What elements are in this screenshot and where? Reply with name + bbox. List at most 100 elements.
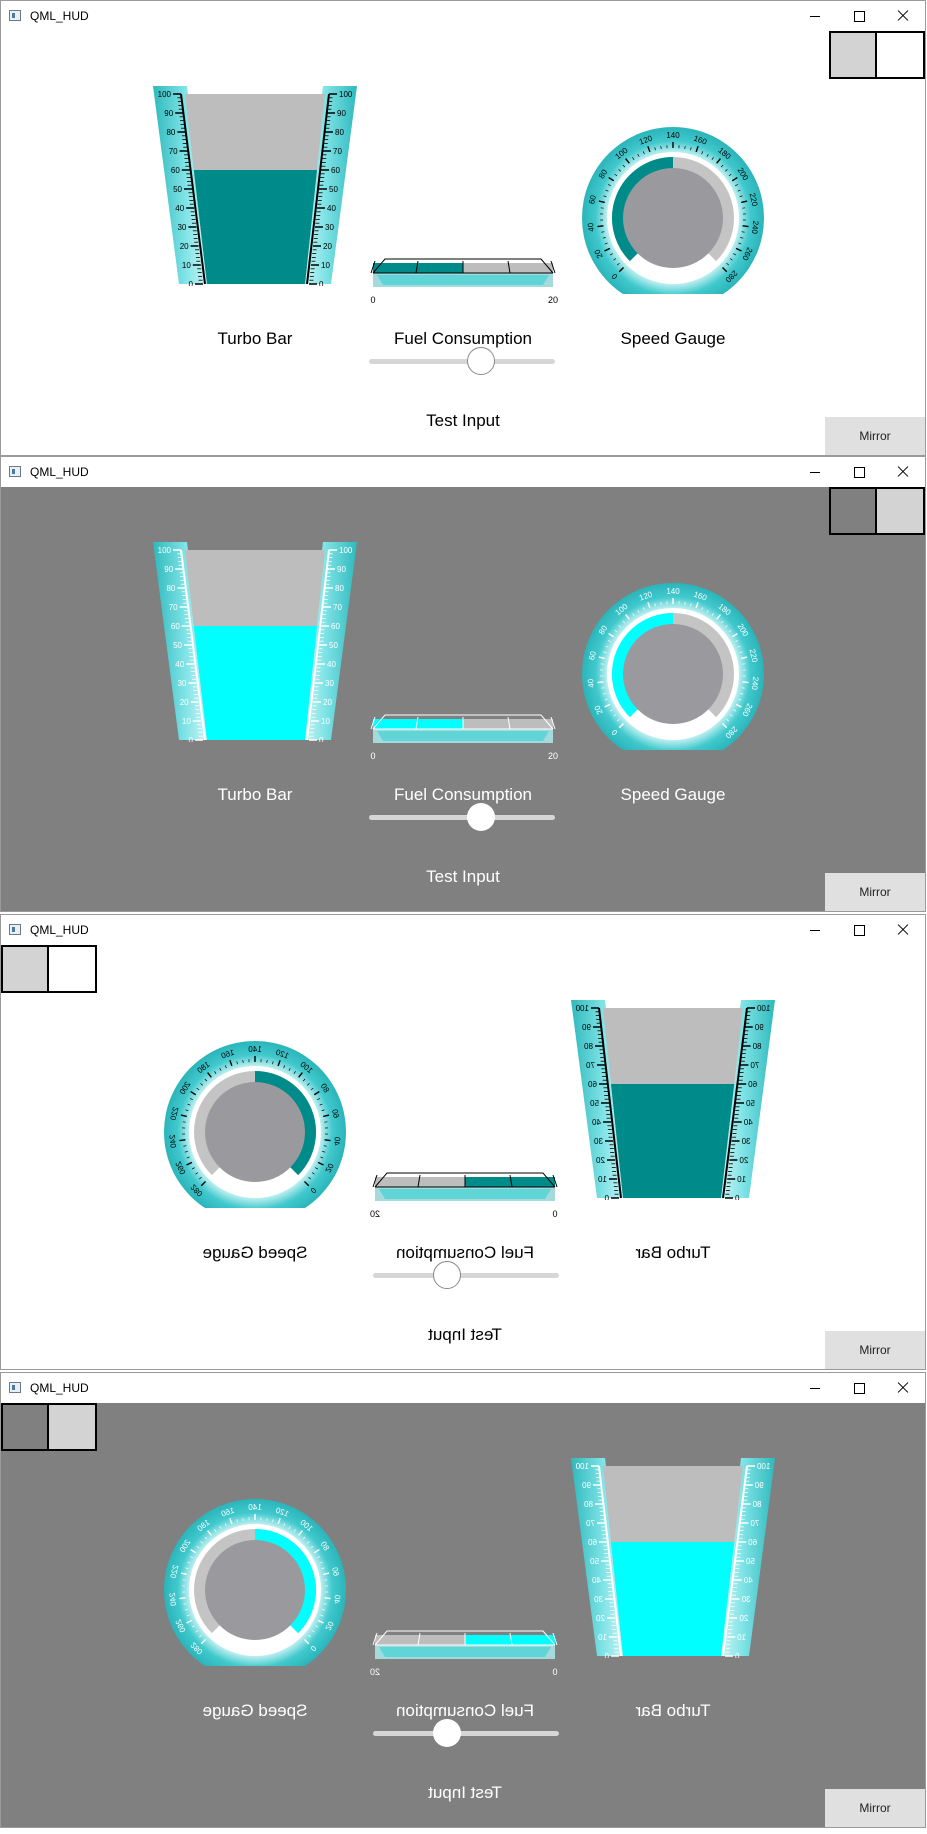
mirror-button[interactable]: Mirror [825, 417, 925, 455]
app-icon [9, 1382, 21, 1393]
turbo-left-tick-label: 90 [164, 109, 173, 118]
turbo-right-tick-label: 70 [333, 603, 342, 612]
slider-track[interactable] [369, 359, 555, 364]
turbo-left-tick-label: 50 [173, 185, 182, 194]
slider-track[interactable] [369, 815, 555, 820]
turbo-right-tick-label: 20 [596, 1156, 605, 1165]
minimize-icon[interactable] [793, 1373, 837, 1403]
maximize-icon[interactable] [837, 1373, 881, 1403]
theme-toggle-right[interactable] [49, 945, 97, 993]
close-icon[interactable] [881, 457, 925, 487]
theme-toggle[interactable] [829, 487, 925, 535]
speed-tick-label: 240 [168, 1592, 178, 1607]
minimize-icon[interactable] [793, 457, 837, 487]
slider-track[interactable] [373, 1731, 559, 1736]
turbo-left-tick-label: 50 [745, 1099, 754, 1108]
speed-tick-label: 40 [586, 678, 596, 688]
turbo-left-tick-label: 80 [752, 1500, 761, 1509]
test-input-slider[interactable] [369, 347, 555, 375]
turbo-right-tick-label: 90 [337, 565, 346, 574]
maximize-icon[interactable] [837, 457, 881, 487]
speed-tick [266, 1059, 268, 1064]
turbo-left-tick-label: 100 [756, 1004, 770, 1013]
maximize-icon[interactable] [837, 1, 881, 31]
speed-tick [684, 145, 686, 150]
speed-tick [324, 1139, 331, 1142]
close-icon[interactable] [881, 915, 925, 945]
fuel-tick-label-max: 20 [370, 1209, 380, 1219]
turbo-right-tick-label: 20 [323, 698, 332, 707]
slider-track[interactable] [373, 1273, 559, 1278]
theme-toggle[interactable] [829, 31, 925, 79]
speed-tick [742, 225, 749, 228]
turbo-right-tick-label: 0 [604, 1652, 609, 1658]
test-input-slider[interactable] [373, 1719, 559, 1747]
turbo-right-tick-label: 50 [590, 1557, 599, 1566]
turbo-bar-gauge: 0 0 10 10 20 20 30 30 40 40 50 50 60 60 70 70 80 80 90 90 10… [571, 1458, 775, 1658]
theme-toggle[interactable] [1, 945, 97, 993]
theme-toggle-left[interactable] [829, 31, 877, 79]
turbo-left-tick-label: 10 [737, 1633, 746, 1642]
hud-content: 0 0 10 10 20 20 30 30 40 40 50 50 60 60 70 70 80 80 90 90 10… [1, 31, 925, 455]
slider-handle[interactable] [466, 803, 495, 831]
fuel-tick-label-max: 20 [548, 295, 558, 305]
test-input-slider[interactable] [369, 803, 555, 831]
maximize-icon[interactable] [837, 915, 881, 945]
slider-handle[interactable] [433, 1719, 462, 1747]
turbo-right-tick-label: 70 [586, 1519, 595, 1528]
close-icon[interactable] [881, 1373, 925, 1403]
theme-toggle-right[interactable] [49, 1403, 97, 1451]
theme-toggle-left[interactable] [829, 487, 877, 535]
turbo-right-tick-label: 40 [592, 1576, 601, 1585]
turbo-right-tick-label: 90 [582, 1023, 591, 1032]
hud-content: 0 0 10 10 20 20 30 30 40 40 50 50 60 60 70 70 80 80 90 90 10… [1, 1403, 925, 1827]
turbo-right-tick-label: 60 [331, 166, 340, 175]
mirror-button[interactable]: Mirror [825, 1331, 925, 1369]
turbo-right-tick-label: 100 [575, 1004, 589, 1013]
turbo-bar-label: Turbo Bar [635, 1701, 711, 1720]
turbo-left-tick-label: 20 [180, 242, 189, 251]
turbo-left-tick-label: 20 [739, 1614, 748, 1623]
mirror-button[interactable]: Mirror [825, 873, 925, 911]
speed-gauge-body: 020406080100120140160180200220240260280 [582, 583, 764, 750]
fuel-consumption-label: Fuel Consumption [396, 1701, 534, 1720]
theme-toggle-left[interactable] [1, 1403, 49, 1451]
test-input-label: Test Input [428, 1783, 502, 1802]
theme-toggle[interactable] [1, 1403, 97, 1451]
title-bar: QML_HUD [1, 1, 925, 31]
turbo-fill [193, 170, 317, 284]
app-icon [9, 466, 21, 477]
turbo-right-tick-label: 50 [329, 641, 338, 650]
speed-gauge: 020406080100120140160180200220240260280 [582, 127, 764, 294]
turbo-left-tick-label: 20 [180, 698, 189, 707]
minimize-icon[interactable] [793, 915, 837, 945]
speed-tick [179, 1597, 186, 1600]
turbo-left-tick-label: 0 [189, 736, 194, 742]
slider-handle[interactable] [433, 1261, 462, 1289]
speed-tick-label: 140 [666, 131, 680, 140]
turbo-right-tick-label: 20 [323, 242, 332, 251]
turbo-right-tick-label: 10 [321, 261, 330, 270]
hud-stage: 0 0 10 10 20 20 30 30 40 40 50 50 60 60 70 70 80 80 90 90 10… [1, 31, 925, 455]
close-icon[interactable] [881, 1, 925, 31]
theme-toggle-right[interactable] [877, 31, 925, 79]
speed-dial-face [205, 1540, 305, 1640]
turbo-right-tick-label: 100 [339, 90, 353, 99]
turbo-left-tick-label: 10 [182, 717, 191, 726]
slider-handle[interactable] [466, 347, 495, 375]
speed-gauge-label: Speed Gauge [620, 785, 726, 804]
speed-tick [597, 681, 604, 684]
fuel-consumption-gauge: 0 20 [370, 714, 558, 761]
fuel-tick-label-min: 0 [552, 1209, 557, 1219]
fuel-fill [465, 1177, 555, 1187]
mirror-button[interactable]: Mirror [825, 1789, 925, 1827]
turbo-left-tick-label: 40 [743, 1576, 752, 1585]
minimize-icon[interactable] [793, 1, 837, 31]
test-input-slider[interactable] [373, 1261, 559, 1289]
app-icon [9, 10, 21, 21]
turbo-left-tick-label: 80 [166, 128, 175, 137]
speed-tick-label: 140 [248, 1045, 262, 1054]
turbo-bar-label: Turbo Bar [217, 785, 293, 804]
theme-toggle-left[interactable] [1, 945, 49, 993]
theme-toggle-right[interactable] [877, 487, 925, 535]
